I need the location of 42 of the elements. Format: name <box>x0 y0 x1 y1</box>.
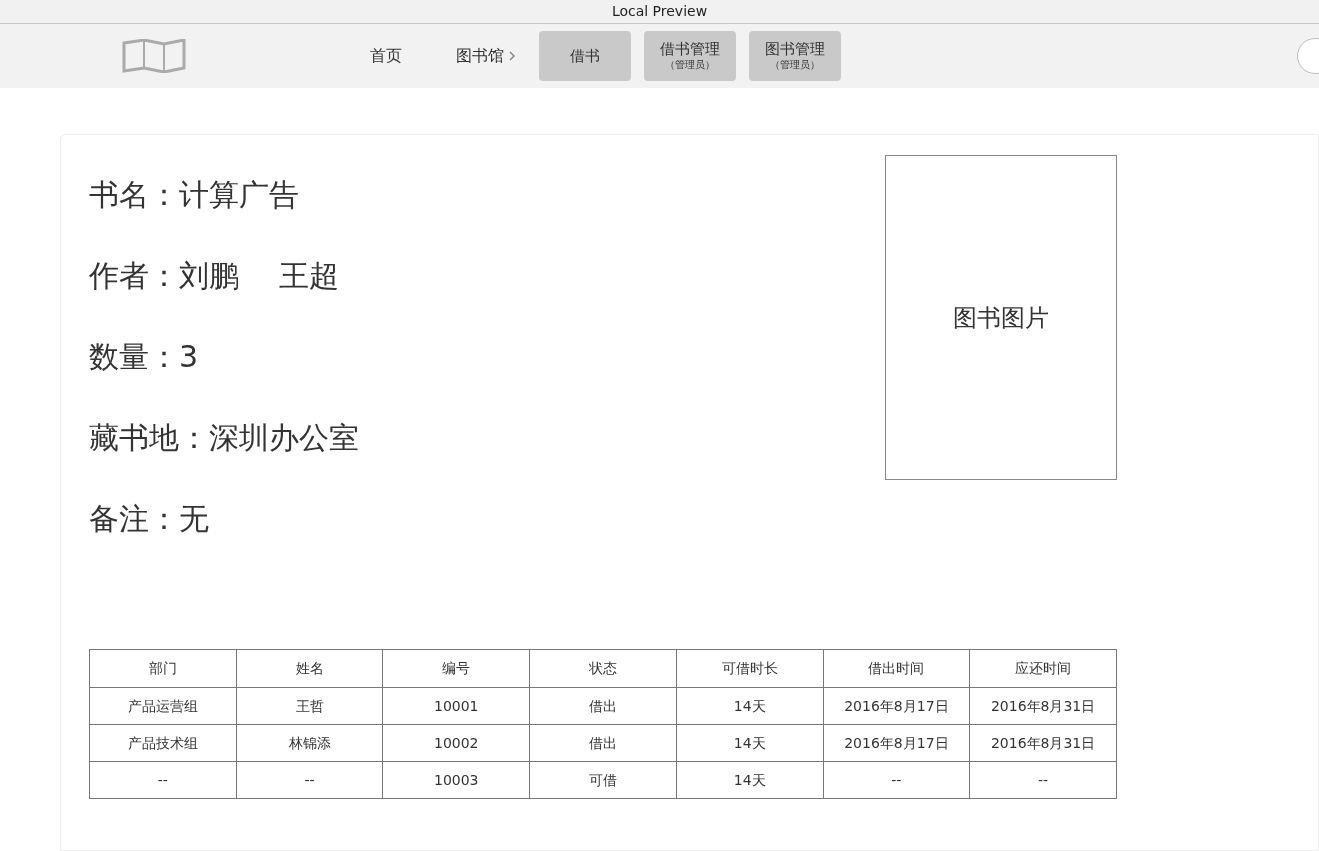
book-field: 书名：计算广告 <box>89 177 885 213</box>
book-field: 备注：无 <box>89 501 885 537</box>
table-cell: 10001 <box>382 687 530 725</box>
table-cell: 王哲 <box>236 687 383 725</box>
table-cell: 10002 <box>382 724 530 762</box>
table-cell: -- <box>969 761 1117 799</box>
column-header: 姓名 <box>236 649 383 688</box>
table-cell: 2016年8月17日 <box>823 687 970 725</box>
table-cell: -- <box>236 761 383 799</box>
table-cell: 林锦添 <box>236 724 383 762</box>
chevron-right-icon <box>508 50 516 62</box>
table-cell: 14天 <box>676 761 823 799</box>
breadcrumb-link[interactable]: 图书馆 <box>456 44 504 68</box>
column-header: 可借时长 <box>676 649 823 688</box>
table-cell: 2016年8月31日 <box>969 687 1117 725</box>
table-cell: -- <box>89 761 237 799</box>
nav-link[interactable]: 首页 <box>336 44 436 68</box>
table-cell: 10003 <box>382 761 530 799</box>
table-cell: 2016年8月17日 <box>823 724 970 762</box>
table-cell: 产品技术组 <box>89 724 237 762</box>
column-header: 编号 <box>382 649 530 688</box>
column-header: 状态 <box>529 649 677 688</box>
table-cell: 借出 <box>529 687 677 725</box>
window-title: Local Preview <box>611 2 708 21</box>
book-field: 数量：3 <box>89 339 885 375</box>
map-icon <box>122 39 186 73</box>
table-cell: 2016年8月31日 <box>969 724 1117 762</box>
book-field: 作者：刘鹏 王超 <box>89 258 885 294</box>
table-cell: 14天 <box>676 687 823 725</box>
table-cell: 借出 <box>529 724 677 762</box>
column-header: 应还时间 <box>969 649 1117 688</box>
table-cell: 14天 <box>676 724 823 762</box>
column-header: 部门 <box>89 649 237 688</box>
table-cell: -- <box>823 761 970 799</box>
image-caption: 图书图片 <box>953 302 1049 334</box>
table-cell: 可借 <box>529 761 677 799</box>
nav-button[interactable]: 借书 <box>539 31 631 81</box>
nav-button[interactable]: 图书管理 （管理员） <box>749 31 841 81</box>
column-header: 借出时间 <box>823 649 970 688</box>
book-field: 藏书地：深圳办公室 <box>89 420 885 456</box>
table-cell: 产品运营组 <box>89 687 237 725</box>
nav-button[interactable]: 借书管理 （管理员） <box>644 31 736 81</box>
